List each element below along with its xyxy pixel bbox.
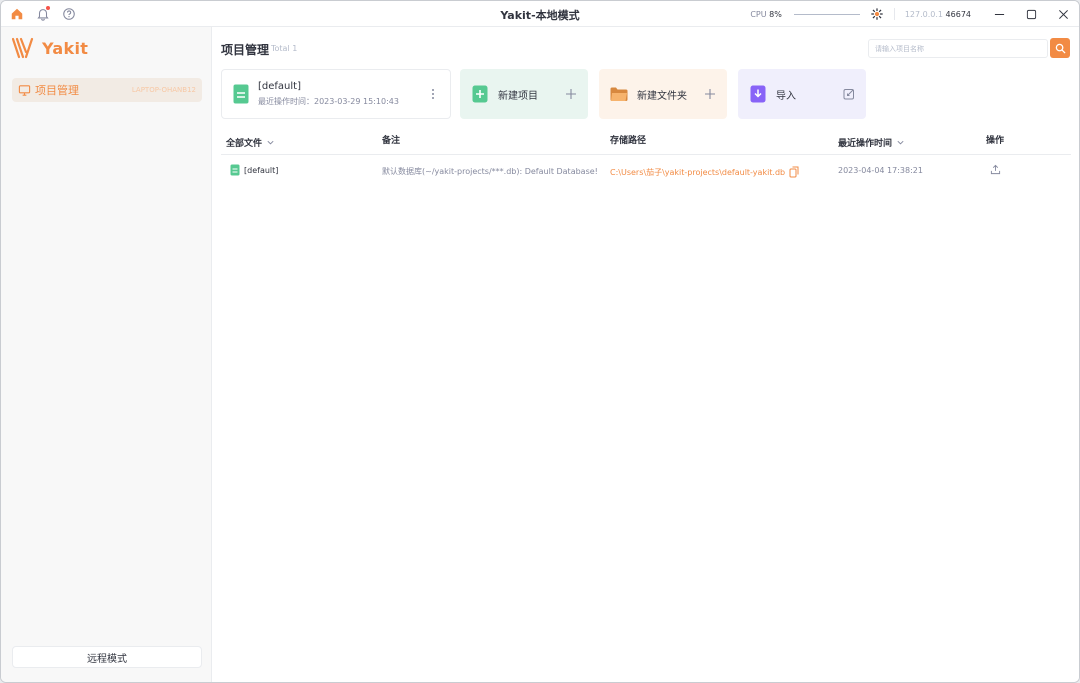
main-content: 项目管理 Total 1 请输入项目名称 [default] 最近操作时间：20…	[212, 27, 1079, 682]
app-window: Yakit-本地模式 CPU 8% 127.0.0.1 46674 Yakit	[0, 0, 1080, 683]
project-search-input[interactable]: 请输入项目名称	[868, 39, 1048, 58]
plus-icon	[705, 89, 715, 99]
app-logo: Yakit	[12, 37, 88, 59]
new-folder-card[interactable]: 新建文件夹	[599, 69, 727, 119]
minimize-button[interactable]	[983, 1, 1015, 27]
new-project-label: 新建项目	[498, 90, 538, 102]
row-path-cell: C:\Users\茄子\yakit-projects\default-yakit…	[610, 166, 799, 178]
new-project-card[interactable]: 新建项目	[460, 69, 588, 119]
more-options-button[interactable]	[427, 87, 439, 101]
default-project-card[interactable]: [default] 最近操作时间：2023-03-29 15:10:43	[221, 69, 451, 119]
sidebar-item-project-management[interactable]: 项目管理 LAPTOP-OHANB12	[12, 78, 202, 102]
chevron-down-icon	[267, 140, 274, 145]
engine-host: 127.0.0.1	[904, 9, 943, 19]
import-action-icon	[843, 89, 854, 100]
cpu-graph	[793, 13, 860, 15]
database-file-icon	[230, 164, 240, 176]
table-row[interactable]: [default] 默认数据库(~/yakit-projects/***.db)…	[221, 158, 1071, 184]
title-bar-right: CPU 8% 127.0.0.1 46674	[750, 1, 1079, 27]
more-vertical-icon	[432, 89, 434, 99]
remote-mode-button[interactable]: 远程模式	[12, 646, 202, 668]
close-button[interactable]	[1047, 1, 1079, 27]
new-project-icon	[472, 85, 488, 103]
import-card[interactable]: 导入	[738, 69, 866, 119]
title-separator	[893, 8, 895, 20]
search-icon	[1055, 43, 1066, 54]
row-time: 2023-04-04 17:38:21	[838, 166, 923, 175]
sidebar-item-host: LAPTOP-OHANB12	[131, 86, 196, 94]
title-bar: Yakit-本地模式 CPU 8% 127.0.0.1 46674	[1, 1, 1079, 27]
engine-icon[interactable]	[870, 7, 884, 21]
engine-address: 127.0.0.1 46674	[905, 10, 971, 19]
header-remark: 备注	[382, 136, 401, 146]
header-all-files[interactable]: 全部文件	[226, 136, 275, 149]
default-project-time: 最近操作时间：2023-03-29 15:10:43	[258, 97, 399, 106]
new-project-icon-wrap	[471, 85, 489, 103]
header-all-files-label: 全部文件	[226, 139, 263, 149]
page-title: 项目管理	[221, 43, 270, 57]
header-storage-path: 存储路径	[610, 136, 647, 146]
export-icon[interactable]	[990, 164, 1001, 175]
row-remark: 默认数据库(~/yakit-projects/***.db): Default …	[382, 167, 598, 176]
maximize-button[interactable]	[1015, 1, 1047, 27]
header-last-operation-time-label: 最近操作时间	[838, 139, 893, 149]
import-icon-wrap	[749, 85, 767, 103]
maximize-icon	[1026, 9, 1036, 19]
sidebar-item-label: 项目管理	[35, 84, 79, 97]
engine-port: 46674	[945, 9, 971, 19]
header-last-operation-time[interactable]: 最近操作时间	[838, 136, 905, 149]
row-path[interactable]: C:\Users\茄子\yakit-projects\default-yakit…	[610, 167, 785, 178]
project-total: Total 1	[271, 44, 298, 53]
row-name: [default]	[244, 165, 279, 175]
project-table-header: 全部文件 备注 存储路径 最近操作时间 操作	[221, 131, 1071, 155]
row-name-cell: [default]	[230, 164, 278, 176]
header-actions: 操作	[986, 136, 1005, 146]
import-file-icon	[750, 85, 766, 103]
search-button[interactable]	[1050, 38, 1070, 58]
chevron-down-icon	[897, 140, 904, 145]
minimize-icon	[994, 13, 1004, 15]
row-actions	[990, 164, 1001, 175]
plus-icon	[566, 89, 576, 99]
copy-icon[interactable]	[789, 166, 799, 178]
folder-icon	[610, 87, 628, 101]
logo-text: Yakit	[42, 38, 89, 58]
cpu-value: 8%	[769, 9, 782, 19]
close-icon	[1058, 9, 1068, 19]
import-label: 导入	[776, 90, 796, 102]
new-folder-label: 新建文件夹	[637, 90, 687, 102]
database-file-icon	[233, 84, 249, 104]
default-project-info: [default] 最近操作时间：2023-03-29 15:10:43	[258, 81, 399, 107]
cpu-label: CPU	[750, 9, 767, 19]
cpu-indicator: CPU 8%	[750, 10, 782, 19]
monitor-icon	[18, 84, 31, 96]
new-folder-icon-wrap	[610, 85, 628, 103]
yakit-logo-icon	[12, 37, 34, 59]
sidebar: Yakit 项目管理 LAPTOP-OHANB12 远程模式	[1, 27, 212, 682]
default-project-name: [default]	[258, 81, 301, 92]
